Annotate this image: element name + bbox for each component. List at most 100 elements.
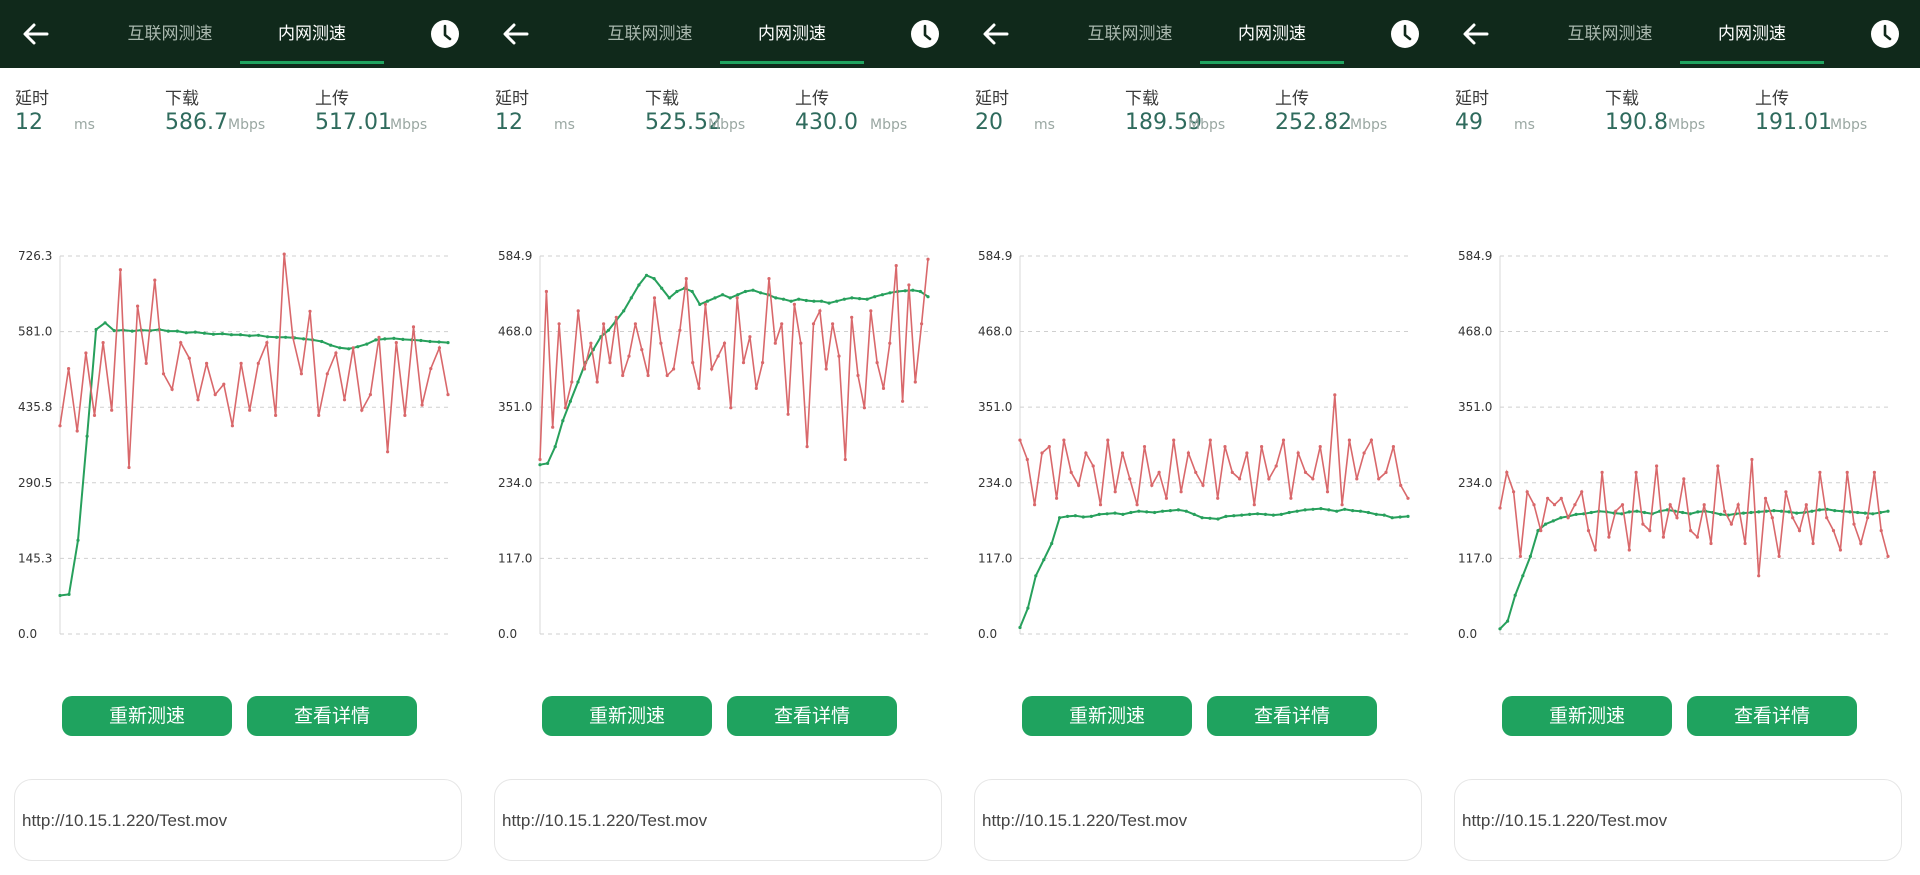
y-tick-label: 234.0: [498, 476, 532, 490]
upload-point: [118, 268, 122, 272]
download-point: [553, 445, 557, 449]
upload-point: [850, 315, 854, 319]
tab-intranet-speedtest[interactable]: 内网测速: [720, 0, 864, 68]
upload-point: [1384, 470, 1388, 474]
upload-point: [1267, 477, 1271, 481]
upload-series-line: [59, 254, 449, 468]
y-tick-label: 584.9: [1458, 249, 1492, 263]
download-point: [660, 286, 664, 290]
y-tick-label: 584.9: [498, 249, 532, 263]
view-details-button[interactable]: 查看详情: [247, 696, 417, 736]
download-point: [67, 592, 71, 596]
test-url-field[interactable]: http://10.15.1.220/Test.mov: [1454, 779, 1902, 861]
test-url-field[interactable]: http://10.15.1.220/Test.mov: [974, 779, 1422, 861]
upload-label: 上传: [795, 89, 829, 109]
upload-point: [1120, 451, 1125, 455]
download-point: [819, 299, 824, 303]
download-point: [1741, 511, 1746, 515]
upload-point: [161, 372, 166, 376]
download-point: [629, 296, 633, 300]
upload-point: [420, 403, 424, 407]
view-details-button[interactable]: 查看详情: [727, 696, 897, 736]
upload-point: [1689, 529, 1693, 533]
upload-point: [1033, 503, 1037, 507]
upload-point: [1296, 451, 1300, 455]
download-point: [1176, 508, 1180, 512]
download-point: [1551, 519, 1555, 523]
upload-point: [1634, 470, 1638, 474]
upload-point: [1106, 438, 1110, 442]
clock-icon[interactable]: [428, 17, 462, 51]
arrow-left-icon[interactable]: [498, 16, 534, 52]
upload-point: [678, 328, 682, 332]
download-point: [1279, 512, 1283, 516]
tab-internet-speedtest[interactable]: 互联网测速: [1060, 0, 1200, 68]
download-point: [812, 299, 816, 303]
upload-point: [920, 322, 924, 326]
upload-point: [1838, 548, 1842, 552]
retest-button[interactable]: 重新测速: [1502, 696, 1672, 736]
test-url-field[interactable]: http://10.15.1.220/Test.mov: [14, 779, 462, 861]
upload-point: [646, 373, 650, 378]
test-url-field[interactable]: http://10.15.1.220/Test.mov: [494, 779, 942, 861]
upload-point: [640, 348, 644, 352]
download-value: 586.7: [165, 110, 228, 135]
tab-intranet-speedtest[interactable]: 内网测速: [1680, 0, 1824, 68]
active-tab-indicator: [1680, 61, 1824, 64]
download-point: [401, 337, 405, 341]
download-point: [652, 277, 656, 281]
upload-point: [1179, 490, 1183, 494]
download-series-line: [1019, 507, 1409, 628]
download-point: [1319, 507, 1323, 511]
download-point: [675, 289, 679, 294]
upload-point: [1230, 470, 1234, 474]
arrow-left-icon[interactable]: [18, 16, 54, 52]
download-point: [1871, 512, 1875, 516]
tab-internet-speedtest[interactable]: 互联网测速: [1540, 0, 1680, 68]
y-tick-label: 351.0: [498, 400, 532, 414]
tab-intranet-speedtest[interactable]: 内网测速: [240, 0, 384, 68]
top-app-bar: 互联网测速 内网测速: [1440, 0, 1920, 68]
download-point: [561, 419, 565, 423]
upload-point: [1675, 516, 1679, 520]
upload-point: [1661, 535, 1665, 539]
download-point: [1627, 510, 1631, 514]
view-details-button[interactable]: 查看详情: [1687, 696, 1857, 736]
arrow-left-icon[interactable]: [978, 16, 1014, 52]
clock-icon[interactable]: [1868, 17, 1902, 51]
download-point: [918, 289, 922, 294]
top-app-bar: 互联网测速 内网测速: [960, 0, 1440, 68]
latency-value: 12: [15, 110, 43, 135]
download-point: [1137, 509, 1141, 513]
download-point: [1216, 517, 1220, 521]
upload-point: [1318, 445, 1322, 449]
y-tick-label: 0.0: [18, 627, 37, 641]
y-tick-label: 290.5: [18, 476, 52, 490]
upload-point: [1546, 496, 1550, 500]
y-tick-label: 581.0: [18, 325, 52, 339]
view-details-button[interactable]: 查看详情: [1207, 696, 1377, 736]
clock-icon[interactable]: [1388, 17, 1422, 51]
tab-internet-speedtest[interactable]: 互联网测速: [580, 0, 720, 68]
download-point: [1544, 522, 1548, 526]
upload-point: [1289, 496, 1293, 500]
retest-button[interactable]: 重新测速: [62, 696, 232, 736]
download-point: [1620, 512, 1624, 516]
retest-button[interactable]: 重新测速: [1022, 696, 1192, 736]
retest-button[interactable]: 重新测速: [542, 696, 712, 736]
download-point: [130, 329, 134, 333]
tab-internet-speedtest[interactable]: 互联网测速: [100, 0, 240, 68]
download-point: [229, 333, 233, 337]
download-point: [1168, 509, 1172, 513]
arrow-left-icon[interactable]: [1458, 16, 1494, 52]
upload-point: [1518, 554, 1522, 558]
y-tick-label: 726.3: [18, 249, 52, 263]
upload-point: [1325, 490, 1330, 494]
upload-point: [213, 393, 217, 397]
tab-intranet-speedtest[interactable]: 内网测速: [1200, 0, 1344, 68]
clock-icon[interactable]: [908, 17, 942, 51]
upload-point: [179, 341, 183, 345]
y-tick-label: 468.0: [498, 325, 532, 339]
upload-point: [1845, 470, 1849, 474]
upload-point: [205, 361, 209, 365]
